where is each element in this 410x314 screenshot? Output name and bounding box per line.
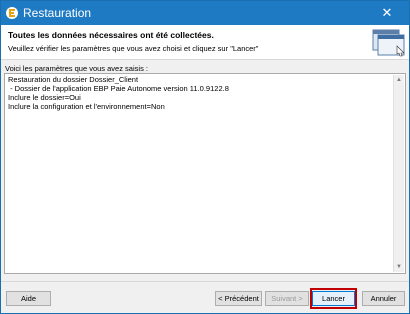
window-title: Restauration: [23, 6, 92, 20]
parameters-textbox[interactable]: Restauration du dossier Dossier_Client -…: [4, 73, 406, 274]
parameters-label: Voici les paramètres que vous avez saisi…: [5, 64, 148, 73]
restore-dialog: Restauration ✕ Toutes les données nécess…: [0, 0, 410, 314]
title-bar: Restauration ✕: [1, 1, 409, 25]
next-button[interactable]: Suivant >: [265, 291, 309, 306]
help-button[interactable]: Aide: [6, 291, 51, 306]
parameter-line: Inclure le dossier=Oui: [8, 93, 81, 102]
wizard-header: Toutes les données nécessaires ont été c…: [1, 25, 409, 60]
header-title: Toutes les données nécessaires ont été c…: [8, 30, 214, 40]
previous-button[interactable]: < Précédent: [215, 291, 262, 306]
parameters-text: Restauration du dossier Dossier_Client -…: [8, 75, 229, 111]
scroll-up-icon[interactable]: ▲: [394, 75, 404, 85]
scroll-down-icon[interactable]: ▼: [394, 262, 404, 272]
launch-highlight-outline: [310, 288, 357, 309]
vertical-scrollbar[interactable]: ▲ ▼: [393, 75, 404, 272]
cancel-button[interactable]: Annuler: [362, 291, 405, 306]
parameter-line: Inclure la configuration et l'environnem…: [8, 102, 165, 111]
close-icon[interactable]: ✕: [373, 4, 401, 22]
wizard-window-icon: [371, 28, 407, 58]
header-subtitle: Veuillez vérifier les paramètres que vou…: [8, 44, 259, 53]
parameter-line: Restauration du dossier Dossier_Client: [8, 75, 139, 84]
footer-divider: [1, 281, 409, 282]
parameter-line: - Dossier de l'application EBP Paie Auto…: [8, 84, 229, 93]
app-logo-icon: [5, 6, 19, 20]
